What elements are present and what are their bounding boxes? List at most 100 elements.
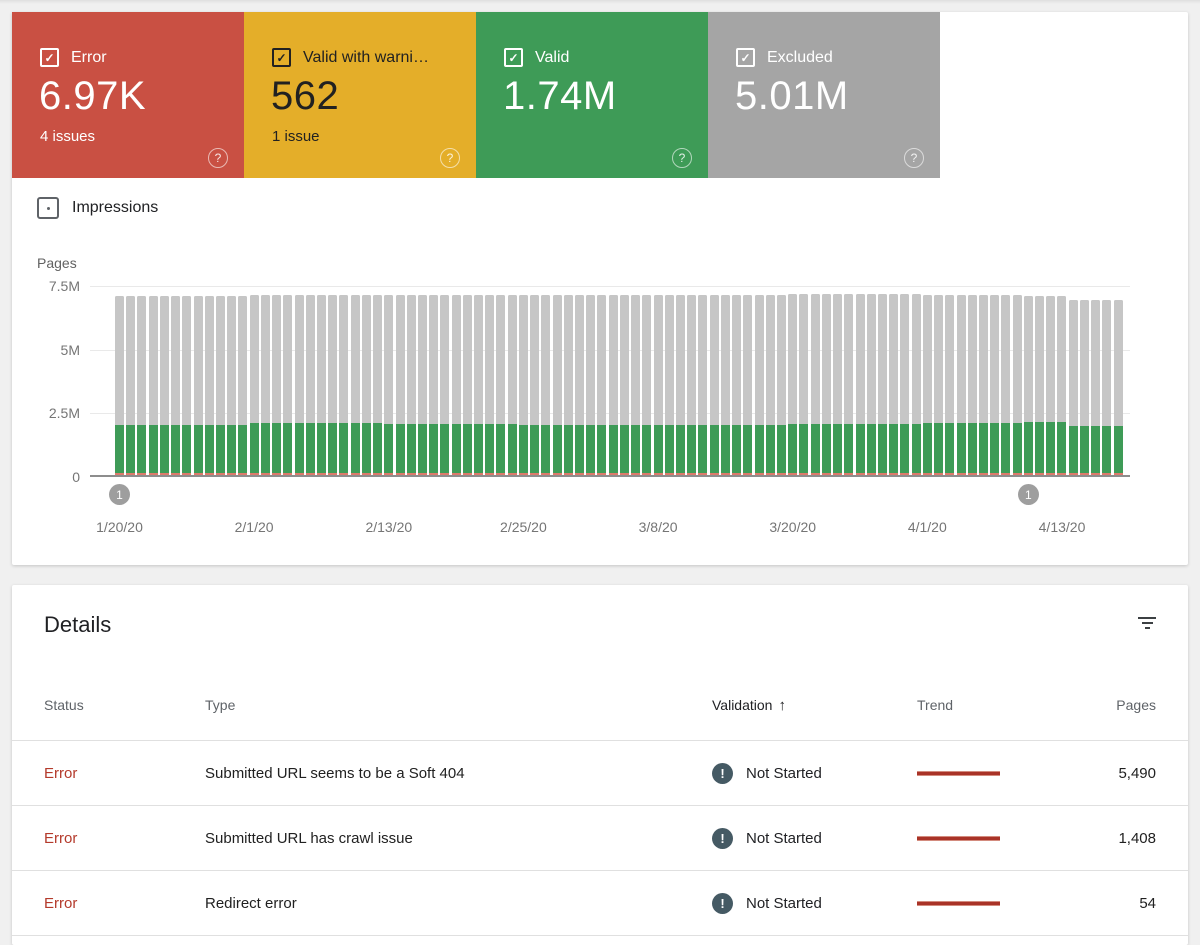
bar[interactable] xyxy=(1046,296,1055,475)
bar[interactable] xyxy=(1035,296,1044,475)
bar[interactable] xyxy=(766,295,775,475)
bar[interactable] xyxy=(485,295,494,475)
bar[interactable] xyxy=(384,295,393,475)
bar-plot[interactable]: 1/20/202/1/202/13/202/25/203/8/203/20/20… xyxy=(90,286,1130,477)
bar[interactable] xyxy=(519,295,528,475)
bar[interactable] xyxy=(631,295,640,475)
bar[interactable] xyxy=(530,295,539,475)
bar[interactable] xyxy=(867,294,876,475)
bar[interactable] xyxy=(676,295,685,475)
valid-with-warnings-card[interactable]: ✓ Valid with warni… 562 1 issue ? xyxy=(244,12,476,178)
help-icon[interactable]: ? xyxy=(208,148,228,168)
error-card[interactable]: ✓ Error 6.97K 4 issues ? xyxy=(12,12,244,178)
excluded-checkbox[interactable]: ✓ xyxy=(736,48,755,67)
bar[interactable] xyxy=(642,295,651,475)
bar[interactable] xyxy=(171,296,180,475)
column-header-pages[interactable]: Pages xyxy=(1057,697,1156,713)
bar[interactable] xyxy=(261,295,270,475)
help-icon[interactable]: ? xyxy=(440,148,460,168)
bar[interactable] xyxy=(508,295,517,475)
bar[interactable] xyxy=(710,295,719,475)
bar[interactable] xyxy=(687,295,696,475)
bar[interactable] xyxy=(597,295,606,475)
error-checkbox[interactable]: ✓ xyxy=(40,48,59,67)
table-row[interactable]: Error Submitted URL has crawl issue ! No… xyxy=(12,806,1188,871)
bar[interactable] xyxy=(957,295,966,475)
bar[interactable] xyxy=(227,296,236,475)
table-row[interactable]: Error Submitted URL seems to be a Soft 4… xyxy=(12,741,1188,806)
bar[interactable] xyxy=(1013,295,1022,475)
bar[interactable] xyxy=(654,295,663,475)
bar[interactable] xyxy=(934,295,943,475)
bar[interactable] xyxy=(811,294,820,475)
bar[interactable] xyxy=(620,295,629,475)
column-header-status[interactable]: Status xyxy=(44,697,205,713)
valid-checkbox[interactable]: ✓ xyxy=(504,48,523,67)
bar[interactable] xyxy=(743,295,752,475)
bar[interactable] xyxy=(541,295,550,475)
bar[interactable] xyxy=(923,295,932,475)
bar[interactable] xyxy=(912,294,921,475)
bar[interactable] xyxy=(721,295,730,475)
bar[interactable] xyxy=(396,295,405,475)
bar[interactable] xyxy=(463,295,472,475)
bar[interactable] xyxy=(216,296,225,475)
bar[interactable] xyxy=(182,296,191,475)
bar[interactable] xyxy=(373,295,382,475)
help-icon[interactable]: ? xyxy=(672,148,692,168)
bar[interactable] xyxy=(306,295,315,475)
bar[interactable] xyxy=(968,295,977,475)
bar[interactable] xyxy=(777,295,786,475)
bar[interactable] xyxy=(878,294,887,475)
bar[interactable] xyxy=(665,295,674,475)
bar[interactable] xyxy=(317,295,326,475)
bar[interactable] xyxy=(609,295,618,475)
bar[interactable] xyxy=(250,295,259,475)
bar[interactable] xyxy=(126,296,135,475)
bar[interactable] xyxy=(429,295,438,475)
bar[interactable] xyxy=(1069,300,1078,475)
excluded-card[interactable]: ✓ Excluded 5.01M ? xyxy=(708,12,940,178)
bar[interactable] xyxy=(990,295,999,475)
bar[interactable] xyxy=(553,295,562,475)
bar[interactable] xyxy=(799,294,808,475)
bar[interactable] xyxy=(149,296,158,475)
bar[interactable] xyxy=(194,296,203,475)
valid-with-warnings-checkbox[interactable]: ✓ xyxy=(272,48,291,67)
bar[interactable] xyxy=(1080,300,1089,475)
help-icon[interactable]: ? xyxy=(904,148,924,168)
bar[interactable] xyxy=(1091,300,1100,475)
column-header-trend[interactable]: Trend xyxy=(917,697,1057,713)
bar[interactable] xyxy=(496,295,505,475)
bar[interactable] xyxy=(889,294,898,475)
bar[interactable] xyxy=(205,296,214,475)
column-header-type[interactable]: Type xyxy=(205,697,712,713)
bar[interactable] xyxy=(407,295,416,475)
bar[interactable] xyxy=(339,295,348,475)
issue-marker[interactable]: 1 xyxy=(109,484,130,505)
bar[interactable] xyxy=(1001,295,1010,475)
bar[interactable] xyxy=(900,294,909,475)
bar[interactable] xyxy=(272,295,281,475)
bar[interactable] xyxy=(1102,300,1111,475)
bar[interactable] xyxy=(755,295,764,475)
bar[interactable] xyxy=(575,295,584,475)
bar[interactable] xyxy=(295,295,304,475)
bar[interactable] xyxy=(328,295,337,475)
bar[interactable] xyxy=(564,295,573,475)
bar[interactable] xyxy=(474,295,483,475)
bar[interactable] xyxy=(1057,296,1066,475)
impressions-checkbox[interactable] xyxy=(37,197,59,219)
bar[interactable] xyxy=(440,295,449,475)
bar[interactable] xyxy=(452,295,461,475)
bar[interactable] xyxy=(788,294,797,475)
bar[interactable] xyxy=(283,295,292,475)
bar[interactable] xyxy=(362,295,371,475)
filter-icon[interactable] xyxy=(1136,615,1158,637)
bar[interactable] xyxy=(137,296,146,475)
bar[interactable] xyxy=(698,295,707,475)
bar[interactable] xyxy=(822,294,831,475)
bar[interactable] xyxy=(856,294,865,475)
bar[interactable] xyxy=(732,295,741,475)
bar[interactable] xyxy=(160,296,169,475)
